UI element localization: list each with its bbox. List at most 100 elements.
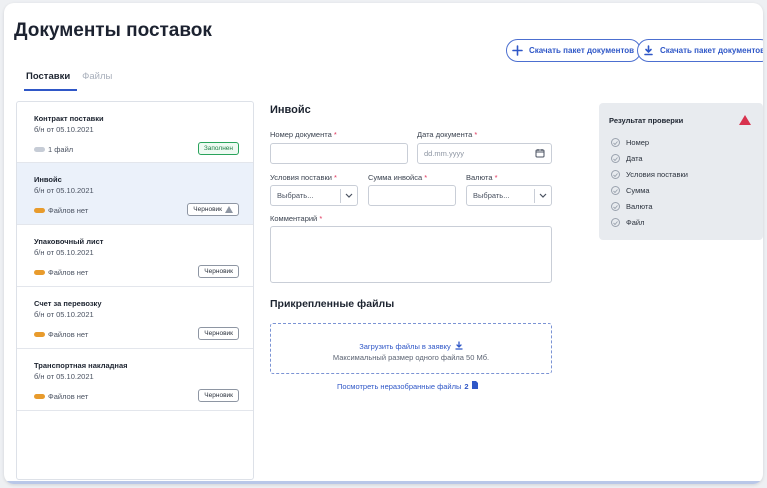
- document-subtitle: б/н от 05.10.2021: [34, 372, 94, 381]
- check-item-label: Файл: [626, 218, 645, 227]
- doc-date-input[interactable]: dd.mm.yyyy: [417, 143, 552, 164]
- tabs: Поставки Файлы: [26, 71, 112, 82]
- calendar-icon[interactable]: [535, 148, 545, 160]
- doc-date-label-text: Дата документа: [417, 130, 473, 139]
- status-badge: Черновик: [198, 327, 239, 340]
- required-mark: *: [333, 130, 337, 139]
- status-badge: Черновик: [198, 265, 239, 278]
- check-circle-icon: [611, 202, 620, 211]
- upload-hint: Максимальный размер одного файла 50 Мб.: [332, 353, 490, 362]
- status-badge: Черновик: [187, 203, 239, 216]
- document-title: Упаковочный лист: [34, 237, 104, 246]
- check-result-panel: Результат проверки Номер Дата Условия по…: [599, 103, 763, 240]
- required-mark: *: [424, 173, 428, 182]
- currency-select-value: Выбрать...: [473, 191, 510, 200]
- terms-select[interactable]: Выбрать...: [270, 185, 358, 206]
- terms-label: Условия поставки *: [270, 173, 337, 182]
- check-circle-icon: [611, 154, 620, 163]
- status-badge-label: Черновик: [204, 268, 233, 275]
- document-title: Счет за перевозку: [34, 299, 102, 308]
- check-circle-icon: [611, 170, 620, 179]
- currency-label: Валюта *: [466, 173, 498, 182]
- download-package-label-1: Скачать пакет документов: [529, 46, 635, 55]
- upload-files-label: Загрузить файлы в заявку: [359, 342, 451, 351]
- document-title: Контракт поставки: [34, 114, 104, 123]
- document-files: Файлов нет: [48, 268, 89, 277]
- required-mark: *: [334, 173, 337, 182]
- document-title: Инвойс: [34, 175, 62, 184]
- check-circle-icon: [611, 186, 620, 195]
- amount-input[interactable]: [368, 185, 456, 206]
- document-list: Контракт поставки б/н от 05.10.2021 1 фа…: [16, 101, 254, 480]
- unsorted-files-link[interactable]: Посмотреть неразобранные файлы 2: [337, 381, 478, 391]
- document-files: Файлов нет: [48, 206, 89, 215]
- check-circle-icon: [611, 218, 620, 227]
- page-title: Документы поставок: [14, 20, 212, 41]
- status-badge-label: Черновик: [204, 330, 233, 337]
- doc-date-label: Дата документа *: [417, 130, 477, 139]
- amount-label-text: Сумма инвойса: [368, 173, 423, 182]
- paperclip-icon: [34, 208, 45, 213]
- form-title: Инвойс: [270, 104, 311, 116]
- active-tab-indicator: [24, 89, 77, 91]
- tab-supplies[interactable]: Поставки: [26, 71, 70, 82]
- download-package-label-2: Скачать пакет документов: [660, 46, 763, 55]
- download-package-button-1[interactable]: Скачать пакет документов: [506, 39, 642, 62]
- check-item-label: Номер: [626, 138, 650, 147]
- attachments-title: Прикрепленные файлы: [270, 298, 395, 310]
- status-badge: Заполнен: [197, 142, 239, 155]
- file-icon: [471, 381, 478, 391]
- error-triangle-icon: [739, 115, 751, 125]
- status-badge: Черновик: [198, 389, 239, 402]
- comment-label: Комментарий *: [270, 214, 322, 223]
- terms-label-text: Условия поставки: [270, 173, 332, 182]
- check-item: Условия поставки: [611, 170, 688, 179]
- download-package-button-2[interactable]: Скачать пакет документов: [637, 39, 763, 62]
- comment-textarea[interactable]: [270, 226, 552, 283]
- document-files: Файлов нет: [48, 392, 89, 401]
- document-item-waybill[interactable]: Транспортная накладная б/н от 05.10.2021…: [17, 349, 253, 411]
- main-card: Документы поставок Скачать пакет докумен…: [4, 3, 763, 484]
- chevron-down-icon: [535, 193, 551, 198]
- document-item-invoice[interactable]: Инвойс б/н от 05.10.2021 Файлов нет Черн…: [17, 163, 253, 225]
- paperclip-icon: [34, 147, 45, 152]
- document-item-contract[interactable]: Контракт поставки б/н от 05.10.2021 1 фа…: [17, 102, 253, 163]
- required-mark: *: [319, 214, 323, 223]
- doc-date-placeholder: dd.mm.yyyy: [424, 149, 465, 158]
- document-files: 1 файл: [48, 145, 74, 154]
- document-item-freight-invoice[interactable]: Счет за перевозку б/н от 05.10.2021 Файл…: [17, 287, 253, 349]
- document-subtitle: б/н от 05.10.2021: [34, 310, 94, 319]
- currency-label-text: Валюта: [466, 173, 493, 182]
- upload-files-link[interactable]: Загрузить файлы в заявку: [271, 341, 551, 352]
- check-circle-icon: [611, 138, 620, 147]
- paperclip-icon: [34, 394, 45, 399]
- document-subtitle: б/н от 05.10.2021: [34, 125, 94, 134]
- document-files: Файлов нет: [48, 330, 89, 339]
- check-item-label: Сумма: [626, 186, 650, 195]
- status-badge-label: Черновик: [193, 206, 222, 213]
- plus-icon: [511, 44, 524, 57]
- file-dropzone[interactable]: Загрузить файлы в заявку Максимальный ра…: [270, 323, 552, 374]
- check-item: Дата: [611, 154, 643, 163]
- check-item: Сумма: [611, 186, 650, 195]
- check-item: Файл: [611, 218, 644, 227]
- check-item: Валюта: [611, 202, 653, 211]
- document-subtitle: б/н от 05.10.2021: [34, 248, 94, 257]
- doc-number-input[interactable]: [270, 143, 408, 164]
- comment-label-text: Комментарий: [270, 214, 318, 223]
- paperclip-icon: [34, 332, 45, 337]
- check-item-label: Валюта: [626, 202, 653, 211]
- currency-select[interactable]: Выбрать...: [466, 185, 552, 206]
- unsorted-count: 2: [464, 381, 469, 391]
- status-badge-label: Черновик: [204, 392, 233, 399]
- document-subtitle: б/н от 05.10.2021: [34, 186, 94, 195]
- tab-files[interactable]: Файлы: [82, 71, 112, 82]
- warning-icon: [225, 206, 233, 213]
- chevron-down-icon: [341, 193, 357, 198]
- document-item-packing-list[interactable]: Упаковочный лист б/н от 05.10.2021 Файло…: [17, 225, 253, 287]
- check-item-label: Условия поставки: [626, 170, 688, 179]
- status-badge-label: Заполнен: [203, 145, 233, 152]
- download-icon: [642, 44, 655, 57]
- doc-number-label: Номер документа *: [270, 130, 337, 139]
- required-mark: *: [474, 130, 478, 139]
